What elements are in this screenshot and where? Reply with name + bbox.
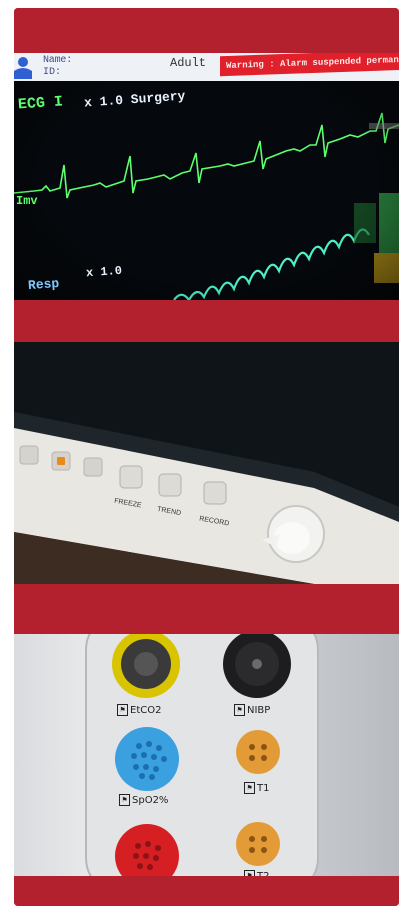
nibp-label: ⚑ NIBP [234, 704, 270, 716]
resp-scale-label: x 1.0 [85, 263, 123, 281]
connector-panel-photo: ⚑ EtCO2 ⚑ NIBP ⚑ SpO2% ⚑ T1 ⚑ T2 [14, 634, 399, 876]
spo2-label: ⚑ SpO2% [119, 794, 168, 806]
red-band-2 [14, 584, 399, 634]
trend-button [158, 473, 182, 497]
spo2-port [115, 727, 179, 791]
patient-id-label: ID: [43, 67, 62, 78]
red-band-1 [14, 300, 399, 342]
patient-avatar-icon [14, 57, 32, 79]
monitor-front-drawing [14, 342, 399, 584]
image-collage: Name: ID: Adult Warning : Alarm suspende… [14, 8, 399, 906]
connector-panel-drawing [85, 634, 319, 876]
red-band-top [14, 8, 399, 53]
monitor-front-photo: FREEZE TREND RECORD [14, 342, 399, 584]
freeze-button [119, 465, 143, 489]
ecg-marker-label: Imv [16, 194, 38, 208]
record-button [203, 481, 227, 505]
alarm-led [57, 457, 65, 465]
patient-category: Adult [170, 56, 207, 70]
etco2-label: ⚑ EtCO2 [117, 704, 161, 716]
screen-waveforms [14, 53, 399, 300]
monitor-screen-photo: Name: ID: Adult Warning : Alarm suspende… [14, 53, 399, 300]
resp-label: Resp [27, 275, 60, 294]
ecg-lead-label: ECG I [17, 93, 64, 114]
t1-label: ⚑ T1 [244, 782, 269, 794]
t1-port [236, 730, 280, 774]
patient-name-label: Name: [43, 55, 73, 66]
red-band-bottom [14, 876, 399, 906]
t2-port [236, 822, 280, 866]
